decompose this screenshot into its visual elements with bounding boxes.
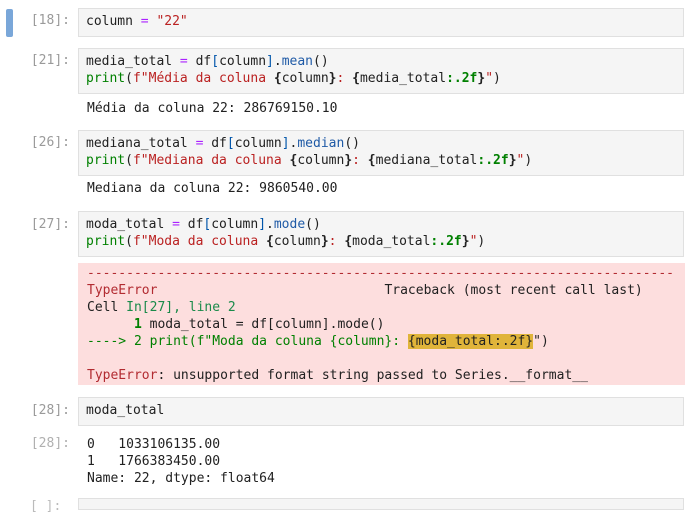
error-highlight: {moda_total:.2f} (407, 334, 534, 349)
traceback-divider: ----------------------------------------… (87, 266, 674, 281)
cell-prompt: [21]: (30, 53, 70, 68)
code-cell[interactable] (78, 498, 684, 510)
error-message: : unsupported format string passed to Se… (157, 368, 588, 383)
cell-output: Mediana da coluna 22: 9860540.00 (87, 181, 338, 196)
code-cell[interactable]: column = "22" (78, 8, 684, 37)
output-line: Name: 22, dtype: float64 (87, 471, 275, 486)
cell-output: 0 1033106135.00 1 1766383450.00 Name: 22… (87, 436, 275, 487)
cell-prompt: [26]: (30, 135, 70, 150)
active-cell-indicator (6, 9, 13, 37)
cell-prompt: [28]: (30, 403, 70, 418)
code-cell[interactable]: mediana_total = df[column].median() prin… (78, 130, 684, 176)
code-cell[interactable]: moda_total = df[column].mode() print(f"M… (78, 211, 684, 257)
cell-output: Média da coluna 22: 286769150.10 (87, 101, 338, 116)
traceback-suffix: ") (533, 334, 549, 349)
output-line: 0 1033106135.00 (87, 437, 221, 452)
line-number: 1 (133, 317, 142, 332)
cell-ref-link[interactable]: In[27], line 2 (126, 300, 236, 315)
code-line: moda_total (86, 403, 165, 418)
code-cell[interactable]: media_total = df[column].mean() print(f"… (78, 48, 684, 94)
traceback-arrow-line: ----> 2 print(f"Moda da coluna {column}: (87, 334, 408, 349)
cell-prompt: [18]: (30, 13, 70, 28)
cell-ref-prefix: Cell (87, 300, 127, 315)
error-output: ----------------------------------------… (78, 263, 685, 385)
error-type: TypeError (87, 368, 158, 383)
cell-prompt: [27]: (30, 217, 70, 232)
output-prompt: [28]: (30, 436, 70, 451)
output-line: 1 1766383450.00 (87, 454, 221, 469)
error-type: TypeError (87, 283, 158, 298)
traceback-line: moda_total = df[column].mode() (141, 317, 385, 332)
traceback-label: Traceback (most recent call last) (384, 283, 643, 298)
code-cell[interactable]: moda_total (78, 397, 684, 426)
